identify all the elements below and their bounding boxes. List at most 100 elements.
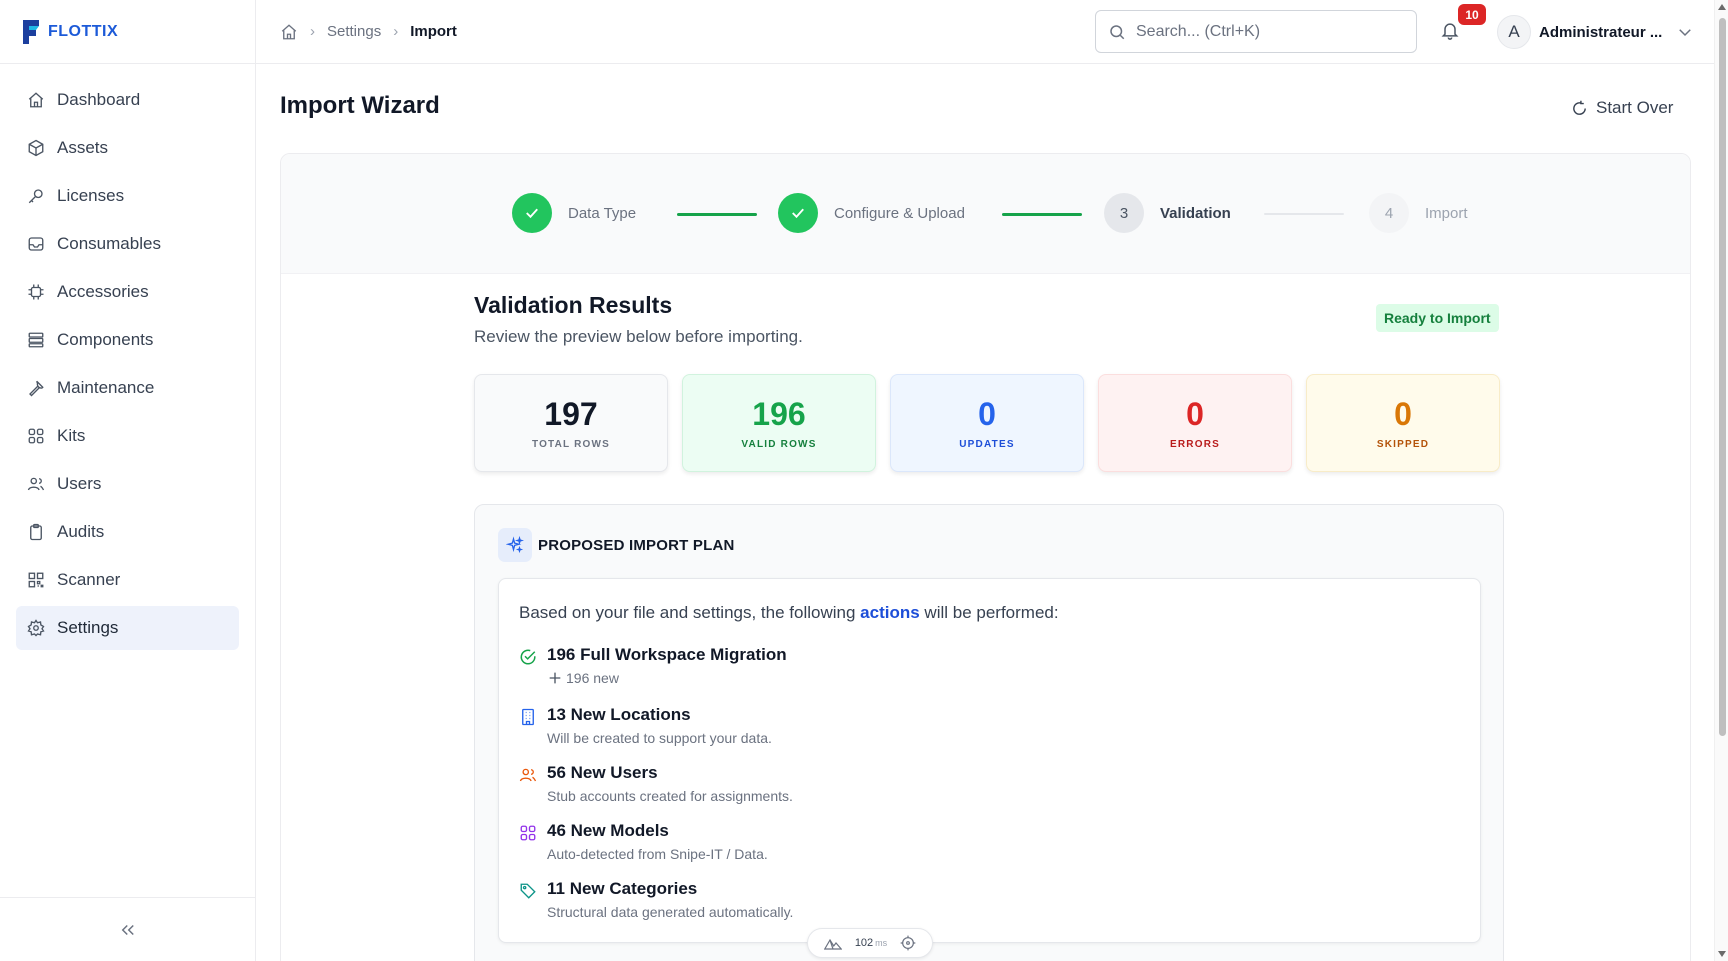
sidebar-item-components[interactable]: Components — [16, 318, 239, 362]
sidebar-item-audits[interactable]: Audits — [16, 510, 239, 554]
notifications-button[interactable] — [1440, 20, 1462, 42]
cpu-icon — [28, 284, 44, 300]
stat-card-updates: 0 UPDATES — [890, 374, 1084, 472]
step-import: 4 Import — [1369, 193, 1468, 233]
check-circle-icon — [520, 649, 536, 665]
plan-item-subtitle: Structural data generated automatically. — [547, 904, 794, 920]
brand-logo[interactable]: FLOTTIX — [0, 0, 255, 64]
sidebar-item-accessories[interactable]: Accessories — [16, 270, 239, 314]
building-icon — [522, 708, 534, 726]
perf-unit: ms — [875, 938, 888, 948]
user-name: Administrateur ... — [1539, 23, 1663, 41]
stat-card-errors: 0 ERRORS — [1098, 374, 1292, 472]
import-plan-details: Based on your file and settings, the fol… — [498, 578, 1481, 943]
sidebar-item-label: Dashboard — [57, 90, 141, 109]
sidebar-item-scanner[interactable]: Scanner — [16, 558, 239, 602]
chevron-down-icon — [1679, 29, 1692, 37]
step-data-type[interactable]: Data Type — [512, 193, 636, 233]
stats-row: 197 TOTAL ROWS 196 VALID ROWS 0 UPDATES … — [474, 374, 1500, 472]
plan-item-title: 56 New Users — [547, 763, 658, 782]
plan-item-title: 196 Full Workspace Migration — [547, 645, 787, 664]
sidebar-item-dashboard[interactable]: Dashboard — [16, 78, 239, 122]
sidebar-item-consumables[interactable]: Consumables — [16, 222, 239, 266]
scroll-up-arrow[interactable] — [1718, 4, 1726, 10]
user-menu[interactable]: A Administrateur ... — [1497, 15, 1694, 49]
sidebar-item-settings[interactable]: Settings — [16, 606, 239, 650]
stat-label: TOTAL ROWS — [531, 439, 611, 450]
sidebar-item-kits[interactable]: Kits — [16, 414, 239, 458]
sidebar-footer — [0, 897, 255, 961]
grid-icon — [520, 825, 536, 841]
home-icon — [28, 92, 44, 108]
stat-card-valid-rows: 196 VALID ROWS — [682, 374, 876, 472]
crosshair-icon — [900, 935, 916, 951]
brand-name: FLOTTIX — [48, 22, 119, 40]
page-scrollbar[interactable] — [1714, 0, 1728, 961]
sidebar-item-label: Settings — [57, 618, 119, 637]
import-plan-title: PROPOSED IMPORT PLAN — [538, 536, 735, 554]
plus-icon — [549, 672, 561, 684]
plan-item-migration: 196 Full Workspace Migration 196 new — [519, 645, 787, 686]
step-connector — [677, 213, 757, 216]
status-badge: Ready to Import — [1376, 304, 1499, 332]
step-number: 3 — [1104, 193, 1144, 233]
chevron-right-icon: › — [393, 23, 399, 40]
stat-card-total-rows: 197 TOTAL ROWS — [474, 374, 668, 472]
stat-value: 0 — [1186, 396, 1204, 432]
plan-item-title: 13 New Locations — [547, 705, 691, 724]
stat-label: UPDATES — [959, 439, 1015, 450]
sidebar-item-label: Accessories — [57, 282, 149, 301]
scroll-down-arrow[interactable] — [1718, 951, 1726, 957]
wizard-stepper: Data Type Configure & Upload 3 Validatio… — [281, 154, 1690, 274]
top-header: › Settings › Import 10 A Administrateur … — [256, 0, 1714, 64]
import-plan-panel: PROPOSED IMPORT PLAN Based on your file … — [474, 504, 1504, 961]
plan-item-categories: 11 New Categories Structural data genera… — [519, 879, 793, 920]
step-label: Import — [1425, 204, 1468, 222]
stat-value: 197 — [544, 396, 598, 432]
sidebar-item-label: Components — [57, 330, 154, 349]
page-title: Import Wizard — [280, 92, 440, 119]
sidebar: FLOTTIX Dashboard Assets Licenses Consum… — [0, 0, 256, 961]
intro-text: Based on your file and settings, the fol… — [519, 603, 861, 622]
clipboard-icon — [30, 523, 42, 541]
chevron-right-icon: › — [310, 23, 315, 40]
sidebar-item-assets[interactable]: Assets — [16, 126, 239, 170]
step-label: Configure & Upload — [834, 204, 965, 222]
flottix-logo-icon — [23, 19, 39, 44]
collapse-sidebar-button[interactable] — [113, 915, 143, 945]
breadcrumb-settings[interactable]: Settings — [327, 23, 381, 40]
users-icon — [27, 477, 45, 491]
intro-highlight: actions — [860, 603, 920, 622]
sidebar-item-users[interactable]: Users — [16, 462, 239, 506]
sidebar-item-label: Licenses — [57, 186, 125, 205]
sidebar-item-label: Users — [57, 474, 102, 493]
search-input[interactable] — [1136, 22, 1396, 41]
scroll-thumb[interactable] — [1719, 18, 1726, 736]
step-configure-upload[interactable]: Configure & Upload — [778, 193, 965, 233]
stat-card-skipped: 0 SKIPPED — [1306, 374, 1500, 472]
search-box[interactable] — [1095, 10, 1417, 53]
stat-label: SKIPPED — [1376, 439, 1430, 450]
step-connector — [1264, 213, 1344, 215]
gear-icon — [27, 619, 45, 637]
wrench-icon — [29, 380, 44, 397]
step-label: Data Type — [568, 204, 637, 222]
step-complete-check-icon — [512, 193, 552, 233]
sidebar-item-label: Consumables — [57, 234, 161, 253]
start-over-button[interactable]: Start Over — [1571, 98, 1673, 118]
sidebar-item-maintenance[interactable]: Maintenance — [16, 366, 239, 410]
plan-item-locations: 13 New Locations Will be created to supp… — [519, 705, 772, 746]
validation-title: Validation Results — [474, 292, 673, 318]
box-icon — [28, 139, 44, 157]
sidebar-item-label: Maintenance — [57, 378, 155, 397]
users-icon — [519, 768, 537, 782]
plan-item-users: 56 New Users Stub accounts created for a… — [519, 763, 793, 804]
sidebar-item-licenses[interactable]: Licenses — [16, 174, 239, 218]
perf-value: 102 — [854, 937, 874, 949]
server-icon — [28, 332, 44, 348]
perf-indicator[interactable]: 102 ms — [807, 928, 933, 958]
sidebar-nav: Dashboard Assets Licenses Consumables Ac… — [0, 64, 255, 650]
home-icon[interactable] — [280, 23, 298, 41]
bell-icon — [1441, 23, 1459, 40]
stat-label: ERRORS — [1170, 439, 1220, 450]
